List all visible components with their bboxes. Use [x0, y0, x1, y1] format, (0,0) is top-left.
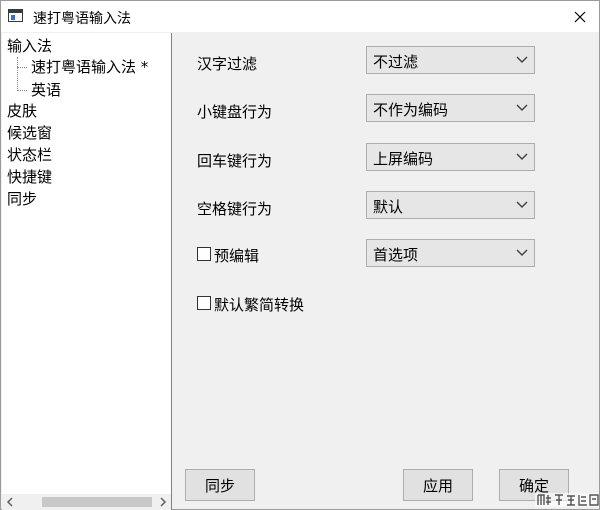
apply-button[interactable]: 应用	[403, 469, 473, 501]
chevron-left-icon	[6, 497, 13, 507]
title-bar[interactable]: 速打粤语输入法	[1, 1, 599, 32]
tree-item-english[interactable]: 英语	[31, 80, 61, 100]
chevron-right-icon	[160, 497, 167, 507]
tree-item-status-bar[interactable]: 状态栏	[7, 145, 52, 165]
space-behavior-label: 空格键行为	[197, 200, 273, 218]
keypad-behavior-value: 不作为编码	[373, 101, 449, 119]
sync-button[interactable]: 同步	[185, 469, 255, 501]
tree-item-sync[interactable]: 同步	[7, 189, 37, 209]
scroll-thumb[interactable]	[42, 497, 152, 507]
trad-simp-checkbox[interactable]	[197, 296, 211, 310]
hanzi-filter-select[interactable]: 不过滤	[366, 46, 535, 74]
space-behavior-value: 默认	[373, 198, 404, 216]
keypad-behavior-select[interactable]: 不作为编码	[366, 94, 535, 122]
pre-edit-checkbox[interactable]	[197, 247, 211, 261]
tree-item-sudacantonese[interactable]: 速打粤语输入法 *	[31, 57, 148, 77]
tree-item-skin[interactable]: 皮肤	[7, 101, 37, 121]
chevron-down-icon	[516, 201, 528, 208]
chevron-down-icon	[516, 104, 528, 111]
tree-connector	[17, 67, 27, 68]
tree-connector	[17, 90, 27, 91]
hanzi-filter-label: 汉字过滤	[197, 55, 258, 73]
chevron-down-icon	[516, 56, 528, 63]
scroll-right-button[interactable]	[155, 494, 171, 510]
pre-edit-select[interactable]: 首选项	[366, 239, 535, 267]
chevron-down-icon	[516, 249, 528, 256]
window-app-icon	[8, 9, 23, 22]
window-title: 速打粤语输入法	[33, 11, 131, 27]
trad-simp-label[interactable]: 默认繁简转换	[214, 294, 304, 315]
enter-behavior-select[interactable]: 上屏编码	[366, 143, 535, 171]
tree-connector	[17, 57, 18, 91]
enter-behavior-label: 回车键行为	[197, 152, 273, 170]
scroll-left-button[interactable]	[2, 494, 18, 510]
tree-item-input-method[interactable]: 输入法	[7, 36, 52, 56]
space-behavior-select[interactable]: 默认	[366, 191, 535, 219]
enter-behavior-value: 上屏编码	[373, 150, 434, 168]
tree-horizontal-scrollbar[interactable]	[2, 494, 171, 510]
chevron-down-icon	[516, 153, 528, 160]
pre-edit-label[interactable]: 预编辑	[214, 245, 259, 266]
keypad-behavior-label: 小键盘行为	[197, 103, 273, 121]
tree-item-shortcuts[interactable]: 快捷键	[7, 167, 52, 187]
settings-category-tree[interactable]: 输入法 速打粤语输入法 * 英语 皮肤 候选窗 状态栏 快捷键 同步	[2, 33, 172, 510]
hanzi-filter-value: 不过滤	[373, 53, 419, 71]
close-icon	[574, 11, 586, 22]
pre-edit-value: 首选项	[373, 246, 419, 264]
tree-item-candidate-window[interactable]: 候选窗	[7, 123, 52, 143]
settings-window: 速打粤语输入法 输入法 速打粤语输入法 * 英语 皮肤 候选窗 状态栏 快捷键 …	[0, 0, 600, 510]
watermark-logo	[535, 493, 599, 507]
close-button[interactable]	[561, 1, 599, 32]
